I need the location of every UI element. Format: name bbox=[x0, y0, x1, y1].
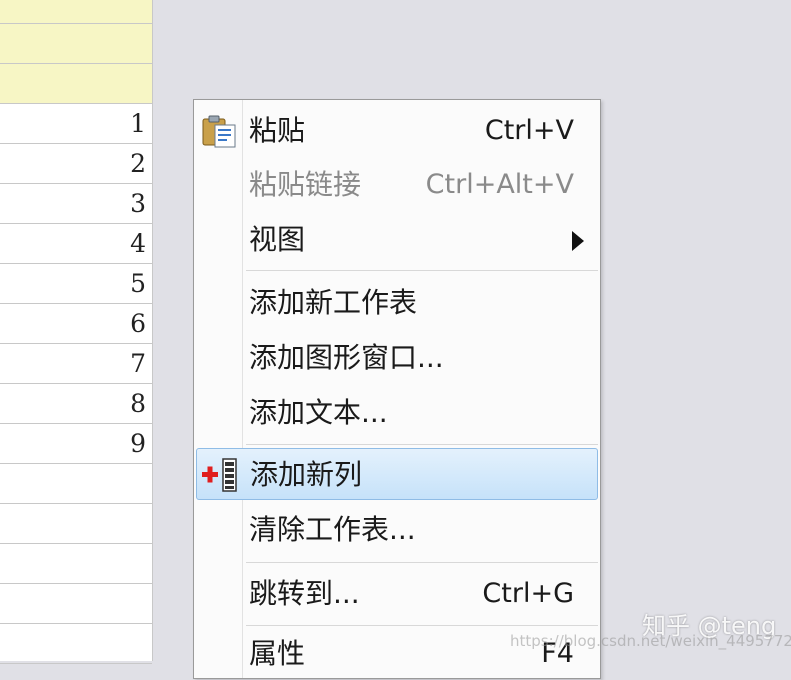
header-row[interactable] bbox=[0, 0, 152, 24]
table-row[interactable] bbox=[0, 544, 152, 584]
menu-item-label: 视图 bbox=[249, 223, 306, 256]
paste-icon bbox=[200, 113, 240, 149]
row-number-cell: 8 bbox=[130, 389, 146, 418]
table-row[interactable] bbox=[0, 504, 152, 544]
menu-item-label: 添加新工作表 bbox=[249, 286, 418, 319]
menu-item-label: 跳转到... bbox=[249, 577, 360, 610]
table-row[interactable]: 6 bbox=[0, 304, 152, 344]
table-row[interactable]: 8 bbox=[0, 384, 152, 424]
table-row[interactable]: 7 bbox=[0, 344, 152, 384]
row-number-cell: 7 bbox=[130, 349, 146, 378]
menu-item-paste-link[interactable]: 粘贴链接 Ctrl+Alt+V bbox=[196, 159, 598, 211]
menu-item-shortcut: Ctrl+G bbox=[482, 578, 574, 609]
row-number-cell: 2 bbox=[130, 149, 146, 178]
menu-item-label: 属性 bbox=[249, 637, 306, 670]
menu-item-shortcut: Ctrl+Alt+V bbox=[425, 169, 574, 200]
menu-item-view[interactable]: 视图 bbox=[196, 214, 598, 266]
menu-item-go-to[interactable]: 跳转到... Ctrl+G bbox=[196, 568, 598, 620]
add-column-icon bbox=[201, 457, 241, 493]
menu-item-add-graph-window[interactable]: 添加图形窗口... bbox=[196, 332, 598, 384]
table-row[interactable]: 4 bbox=[0, 224, 152, 264]
menu-item-paste[interactable]: 粘贴 Ctrl+V bbox=[196, 105, 598, 157]
menu-item-add-new-column[interactable]: 添加新列 bbox=[196, 448, 598, 500]
menu-separator bbox=[246, 444, 598, 445]
worksheet-column: 1 2 3 4 5 6 7 8 9 bbox=[0, 0, 153, 664]
menu-item-shortcut: Ctrl+V bbox=[484, 115, 574, 146]
menu-item-label: 粘贴 bbox=[249, 114, 306, 147]
row-number-cell: 1 bbox=[130, 109, 146, 138]
table-row[interactable]: 3 bbox=[0, 184, 152, 224]
header-row[interactable] bbox=[0, 24, 152, 64]
table-row[interactable]: 2 bbox=[0, 144, 152, 184]
menu-separator bbox=[246, 625, 598, 626]
menu-separator bbox=[246, 270, 598, 271]
menu-item-label: 添加图形窗口... bbox=[249, 341, 444, 374]
table-row[interactable] bbox=[0, 624, 152, 664]
row-number-cell: 4 bbox=[130, 229, 146, 258]
menu-item-label: 清除工作表... bbox=[249, 513, 416, 546]
row-number-cell: 6 bbox=[130, 309, 146, 338]
submenu-arrow-icon bbox=[572, 231, 584, 251]
menu-item-clear-worksheet[interactable]: 清除工作表... bbox=[196, 504, 598, 556]
menu-item-add-text[interactable]: 添加文本... bbox=[196, 387, 598, 439]
context-menu: 粘贴 Ctrl+V 粘贴链接 Ctrl+Alt+V 视图 添加新工作表 添加图形… bbox=[193, 99, 601, 679]
table-row[interactable] bbox=[0, 584, 152, 624]
table-row[interactable]: 9 bbox=[0, 424, 152, 464]
menu-item-label: 粘贴链接 bbox=[249, 168, 362, 201]
row-number-cell: 3 bbox=[130, 189, 146, 218]
row-number-cell: 9 bbox=[130, 429, 146, 458]
header-row[interactable] bbox=[0, 64, 152, 104]
menu-separator bbox=[246, 562, 598, 563]
csdn-watermark: https://blog.csdn.net/weixin_44957722 bbox=[510, 632, 791, 650]
table-row[interactable]: 5 bbox=[0, 264, 152, 304]
row-number-cell: 5 bbox=[130, 269, 146, 298]
table-row[interactable] bbox=[0, 464, 152, 504]
menu-item-label: 添加新列 bbox=[250, 458, 363, 491]
menu-item-label: 添加文本... bbox=[249, 396, 388, 429]
menu-item-add-new-worksheet[interactable]: 添加新工作表 bbox=[196, 277, 598, 329]
table-row[interactable]: 1 bbox=[0, 104, 152, 144]
